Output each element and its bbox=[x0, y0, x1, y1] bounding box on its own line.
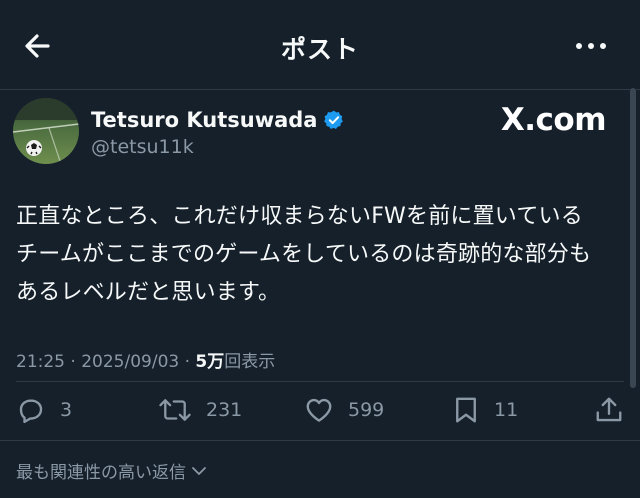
bookmark-button[interactable]: 11 bbox=[452, 394, 518, 426]
xcom-watermark: X.com bbox=[500, 102, 607, 138]
like-count: 599 bbox=[348, 399, 385, 421]
tweet-time[interactable]: 21:25 bbox=[16, 352, 65, 372]
scrollbar[interactable] bbox=[630, 88, 636, 388]
reply-count: 3 bbox=[60, 399, 73, 421]
tweet-line: あるレベルだと思います。 bbox=[16, 280, 281, 305]
display-name[interactable]: Tetsuro Kutsuwada bbox=[91, 108, 317, 132]
bookmark-icon bbox=[456, 397, 476, 423]
soccer-field-image bbox=[13, 98, 79, 164]
tweet-meta: 21:25 · 2025/09/03 · 5万回表示 bbox=[16, 347, 275, 372]
tweet-date[interactable]: 2025/09/03 bbox=[81, 352, 179, 372]
divider bbox=[0, 440, 640, 441]
views-label[interactable]: 回表示 bbox=[224, 352, 275, 372]
more-horizontal-icon bbox=[576, 43, 606, 49]
action-bar: 3 231 599 11 bbox=[0, 388, 640, 434]
verified-badge-icon bbox=[324, 110, 344, 129]
views-count[interactable]: 5万 bbox=[195, 352, 224, 372]
repost-button[interactable]: 231 bbox=[158, 394, 242, 426]
avatar[interactable] bbox=[13, 98, 79, 164]
repost-count: 231 bbox=[206, 399, 243, 421]
author-name-row[interactable]: Tetsuro Kutsuwada bbox=[91, 106, 345, 134]
reply-button[interactable]: 3 bbox=[16, 394, 72, 426]
bookmark-count: 11 bbox=[494, 399, 519, 421]
reply-icon bbox=[19, 399, 43, 424]
author-handle[interactable]: @tetsu11k bbox=[91, 136, 194, 158]
more-button[interactable] bbox=[574, 36, 610, 56]
top-bar: ポスト bbox=[0, 0, 640, 90]
reply-sort-dropdown[interactable]: 最も関連性の高い返信 bbox=[16, 458, 208, 483]
chevron-down-icon bbox=[192, 466, 206, 475]
share-button[interactable] bbox=[594, 394, 638, 426]
divider bbox=[16, 381, 624, 382]
tweet-line: チームがここまでのゲームをしているのは奇跡的な部分も bbox=[16, 242, 592, 267]
repost-icon bbox=[159, 399, 191, 421]
like-button[interactable]: 599 bbox=[304, 394, 384, 426]
reply-sort-label: 最も関連性の高い返信 bbox=[16, 463, 186, 483]
page-title: ポスト bbox=[280, 35, 359, 64]
tweet-line: 正直なところ、これだけ収まらないFWを前に置いている bbox=[16, 204, 583, 229]
share-icon bbox=[596, 397, 622, 422]
meta-separator: · bbox=[179, 352, 196, 372]
meta-separator: · bbox=[65, 352, 82, 372]
heart-icon bbox=[306, 398, 332, 422]
tweet-text: 正直なところ、これだけ収まらないFWを前に置いている チームがここまでのゲームを… bbox=[16, 198, 626, 312]
